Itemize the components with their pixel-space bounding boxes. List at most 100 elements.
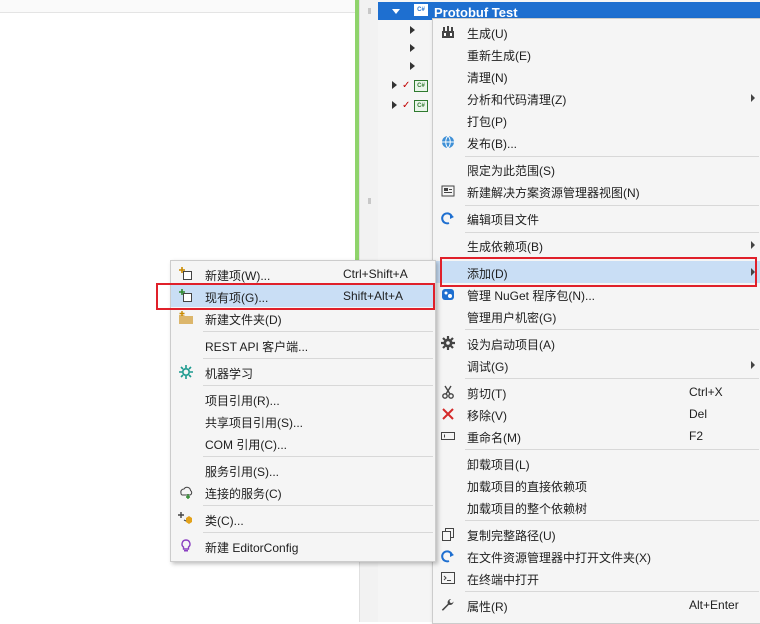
menu-separator <box>465 232 759 233</box>
submenu-arrow-icon <box>751 361 755 369</box>
menu-item-debug[interactable]: 调试(G) <box>433 354 760 376</box>
submenu-item-com-reference[interactable]: COM 引用(C)... <box>171 432 435 454</box>
menu-item-label: 机器学习 <box>205 367 254 381</box>
menu-item-open-in-explorer[interactable]: 在文件资源管理器中打开文件夹(X) <box>433 545 760 567</box>
menu-item-open-terminal[interactable]: 在终端中打开 <box>433 567 760 589</box>
menu-item-label: 加载项目的直接依赖项 <box>467 480 588 494</box>
menu-item-label: 新建项(W)... <box>205 269 271 283</box>
menu-item-label: 新建文件夹(D) <box>205 313 282 327</box>
menu-separator <box>203 385 433 386</box>
menu-item-label: 现有项(G)... <box>205 291 269 305</box>
menu-item-label: 卸载项目(L) <box>467 458 530 472</box>
menu-item-label: 发布(B)... <box>467 137 517 151</box>
menu-item-label: 重命名(M) <box>467 431 521 445</box>
menu-item-label: 移除(V) <box>467 409 507 423</box>
menu-item-clean[interactable]: 清理(N) <box>433 65 760 87</box>
menu-item-label: 新建 EditorConfig <box>205 541 299 555</box>
new-folder-icon <box>179 311 193 324</box>
menu-item-properties[interactable]: 属性(R) Alt+Enter <box>433 594 760 616</box>
menu-item-label: 管理用户机密(G) <box>467 311 557 325</box>
collapse-arrow-icon[interactable] <box>410 44 415 52</box>
menu-item-unload-project[interactable]: 卸载项目(L) <box>433 452 760 474</box>
menu-item-build[interactable]: 生成(U) <box>433 21 760 43</box>
submenu-item-class[interactable]: 类(C)... <box>171 508 435 530</box>
menu-item-build-dependencies[interactable]: 生成依赖项(B) <box>433 234 760 256</box>
collapse-arrow-icon[interactable] <box>392 81 397 89</box>
collapse-arrow-icon[interactable] <box>410 26 415 34</box>
menu-item-scope[interactable]: 限定为此范围(S) <box>433 158 760 180</box>
menu-item-shortcut: Ctrl+X <box>689 385 723 399</box>
menu-item-analyze[interactable]: 分析和代码清理(Z) <box>433 87 760 109</box>
menu-item-add[interactable]: 添加(D) <box>433 261 760 283</box>
submenu-arrow-icon <box>751 94 755 102</box>
menu-item-load-direct-deps[interactable]: 加载项目的直接依赖项 <box>433 474 760 496</box>
menu-item-new-view[interactable]: 新建解决方案资源管理器视图(N) <box>433 180 760 202</box>
editor-tab-strip <box>0 0 356 13</box>
submenu-item-new-item[interactable]: 新建项(W)... Ctrl+Shift+A <box>171 263 435 285</box>
submenu-item-shared-project-reference[interactable]: 共享项目引用(S)... <box>171 410 435 432</box>
submenu-item-existing-item[interactable]: 现有项(G)... Shift+Alt+A <box>171 285 435 307</box>
menu-item-edit-project[interactable]: 编辑项目文件 <box>433 207 760 229</box>
add-submenu: 新建项(W)... Ctrl+Shift+A 现有项(G)... Shift+A… <box>170 260 436 562</box>
menu-item-pack[interactable]: 打包(P) <box>433 109 760 131</box>
class-icon <box>178 512 192 524</box>
gear-icon <box>441 336 455 350</box>
menu-item-label: 管理 NuGet 程序包(N)... <box>467 289 596 303</box>
menu-item-label: 在终端中打开 <box>467 573 540 587</box>
menu-item-user-secrets[interactable]: 管理用户机密(G) <box>433 305 760 327</box>
submenu-arrow-icon <box>751 268 755 276</box>
menu-item-label: 设为启动项目(A) <box>467 338 555 352</box>
remove-x-icon <box>442 408 454 420</box>
menu-item-shortcut: Alt+Enter <box>689 598 739 612</box>
menu-item-copy-path[interactable]: 复制完整路径(U) <box>433 523 760 545</box>
project-context-menu: 生成(U) 重新生成(E) 清理(N) 分析和代码清理(Z) 打包(P) 发布(… <box>432 18 760 624</box>
submenu-item-connected-service[interactable]: 连接的服务(C) <box>171 481 435 503</box>
menu-item-rename[interactable]: 重命名(M) F2 <box>433 425 760 447</box>
build-icon <box>442 26 454 38</box>
menu-item-manage-nuget[interactable]: 管理 NuGet 程序包(N)... <box>433 283 760 305</box>
menu-item-label: 类(C)... <box>205 514 244 528</box>
existing-item-icon <box>179 289 192 302</box>
collapse-arrow-icon[interactable] <box>392 101 397 109</box>
csharp-file-icon: C# <box>414 80 428 92</box>
menu-item-label: 剪切(T) <box>467 387 507 401</box>
menu-item-shortcut: Del <box>689 407 708 421</box>
wrench-icon <box>441 599 454 611</box>
menu-separator <box>465 520 759 521</box>
menu-item-cut[interactable]: 剪切(T) Ctrl+X <box>433 381 760 403</box>
submenu-item-project-reference[interactable]: 项目引用(R)... <box>171 388 435 410</box>
menu-separator <box>465 449 759 450</box>
menu-item-label: 分析和代码清理(Z) <box>467 93 567 107</box>
menu-item-set-startup[interactable]: 设为启动项目(A) <box>433 332 760 354</box>
menu-item-label: 新建解决方案资源管理器视图(N) <box>467 186 640 200</box>
submenu-item-rest-api[interactable]: REST API 客户端... <box>171 334 435 356</box>
menu-item-label: 项目引用(R)... <box>205 394 280 408</box>
submenu-item-new-editorconfig[interactable]: 新建 EditorConfig <box>171 535 435 557</box>
globe-icon <box>442 135 454 149</box>
menu-separator <box>203 358 433 359</box>
menu-separator <box>465 591 759 592</box>
submenu-item-machine-learning[interactable]: 机器学习 <box>171 361 435 383</box>
connected-service-icon <box>180 486 193 499</box>
menu-separator <box>203 456 433 457</box>
menu-item-label: 属性(R) <box>467 600 508 614</box>
edit-redo-icon <box>441 212 454 225</box>
menu-item-load-dep-tree[interactable]: 加载项目的整个依赖树 <box>433 496 760 518</box>
menu-item-remove[interactable]: 移除(V) Del <box>433 403 760 425</box>
menu-item-label: 重新生成(E) <box>467 49 531 63</box>
menu-item-label: 服务引用(S)... <box>205 465 279 479</box>
csharp-file-icon: C# <box>414 100 428 112</box>
menu-separator <box>465 329 759 330</box>
menu-item-publish[interactable]: 发布(B)... <box>433 131 760 153</box>
submenu-item-service-reference[interactable]: 服务引用(S)... <box>171 459 435 481</box>
expand-arrow-icon[interactable] <box>392 9 400 14</box>
lightbulb-icon <box>181 539 191 552</box>
new-item-icon <box>179 267 192 280</box>
submenu-arrow-icon <box>751 241 755 249</box>
menu-item-label: REST API 客户端... <box>205 340 309 354</box>
collapse-arrow-icon[interactable] <box>410 62 415 70</box>
submenu-item-new-folder[interactable]: 新建文件夹(D) <box>171 307 435 329</box>
menu-item-rebuild[interactable]: 重新生成(E) <box>433 43 760 65</box>
scroll-marker <box>368 198 371 204</box>
menu-item-label: 生成依赖项(B) <box>467 240 543 254</box>
